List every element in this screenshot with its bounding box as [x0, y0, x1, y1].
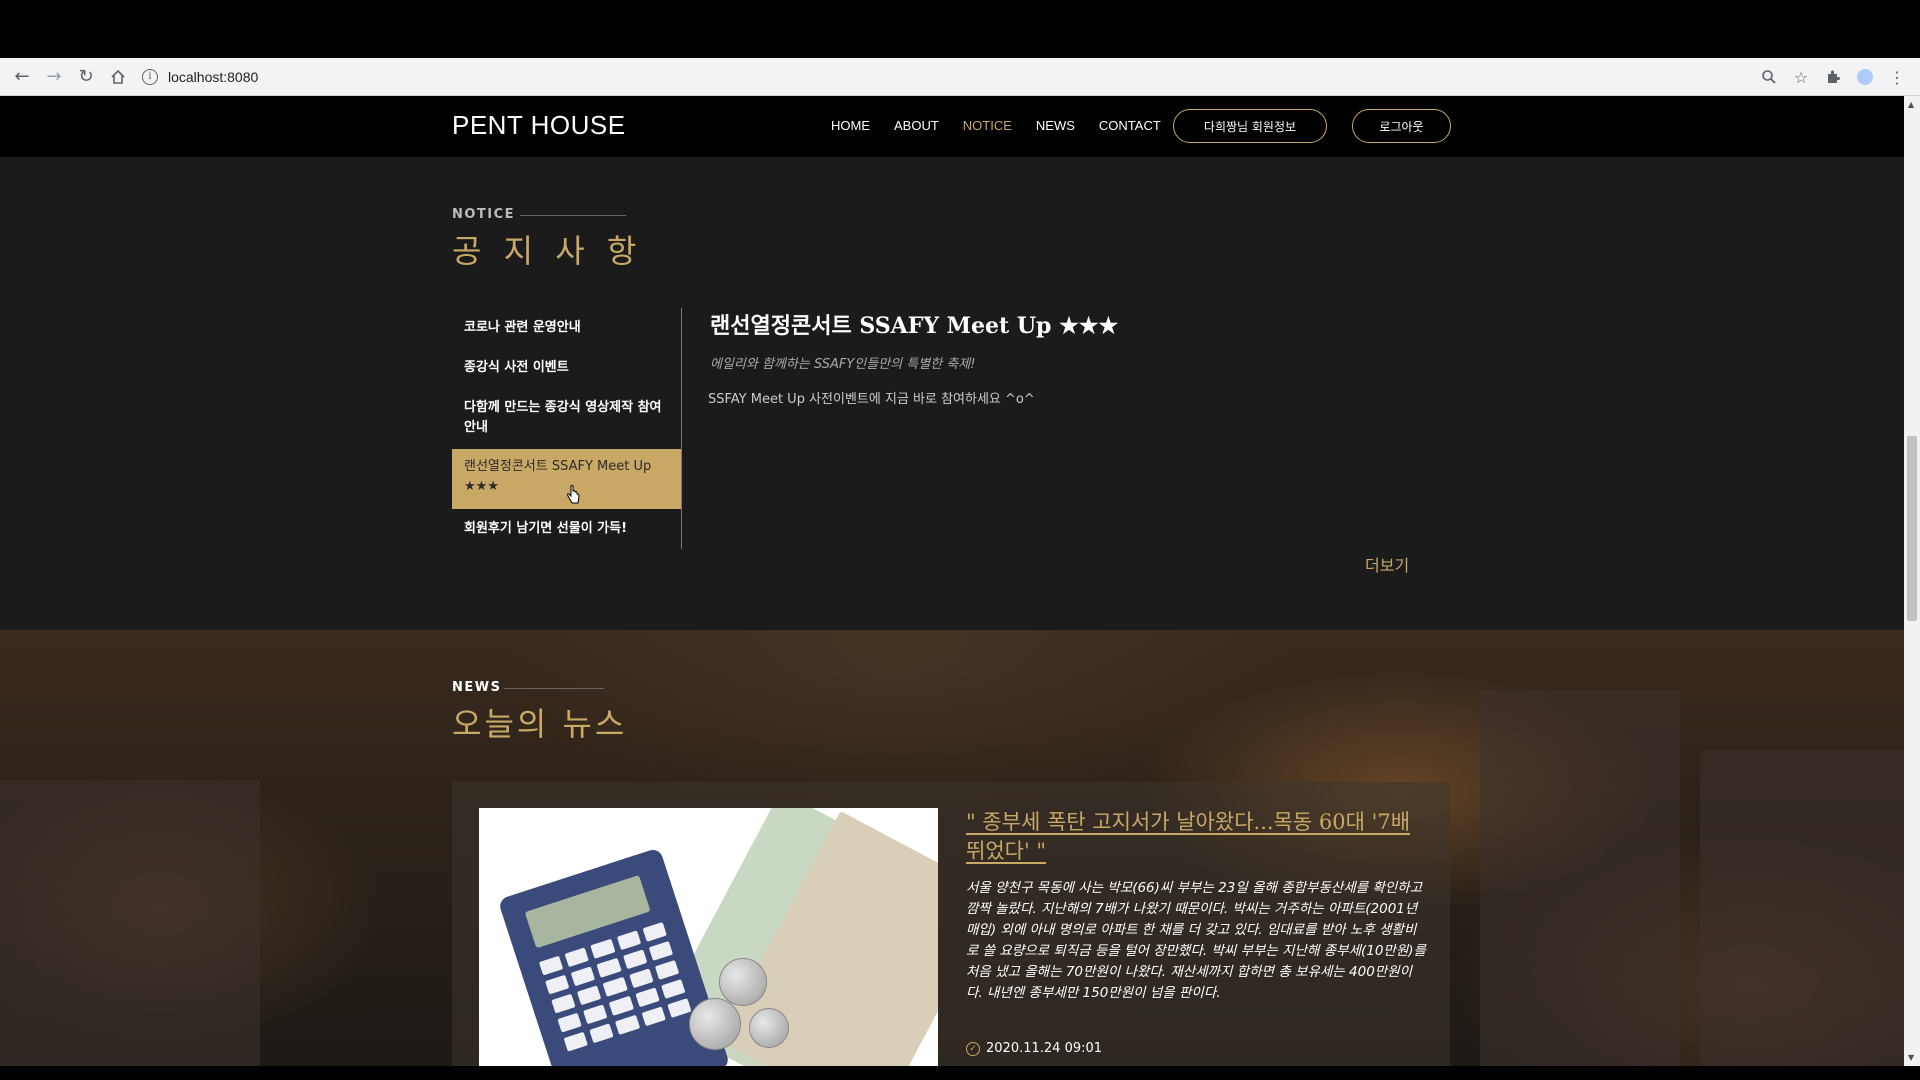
- arrow-right-icon[interactable]: →: [38, 61, 70, 93]
- coin-image: [719, 958, 767, 1006]
- profile-avatar[interactable]: [1852, 61, 1878, 93]
- notice-kicker: NOTICE: [452, 207, 516, 222]
- news-title: 오늘의 뉴스: [452, 705, 628, 743]
- background-building: [0, 780, 260, 1066]
- notice-item[interactable]: 다함께 만드는 종강식 영상제작 참여안내: [452, 388, 681, 449]
- notice-detail-title: 랜선열정콘서트 SSAFY Meet Up ★★★: [710, 313, 1119, 339]
- menu-news[interactable]: NEWS: [1036, 118, 1075, 133]
- news-kicker-line: [504, 688, 604, 689]
- notice-item[interactable]: 코로나 관련 운영안내: [452, 308, 681, 348]
- site-header: PENT HOUSE HOME ABOUT NOTICE NEWS CONTAC…: [0, 96, 1904, 157]
- notice-list: 코로나 관련 운영안내 종강식 사전 이벤트 다함께 만드는 종강식 영상제작 …: [452, 308, 682, 549]
- more-vert-icon[interactable]: ⋮: [1884, 61, 1910, 93]
- coin-image: [689, 998, 741, 1050]
- page-scrollbar[interactable]: ▲ ▼: [1904, 96, 1920, 1066]
- coin-image: [749, 1008, 789, 1048]
- web-page: PENT HOUSE HOME ABOUT NOTICE NEWS CONTAC…: [0, 96, 1904, 1066]
- news-date-text: 2020.11.24 09:01: [986, 1041, 1103, 1056]
- news-date: ✓ 2020.11.24 09:01: [966, 1041, 1102, 1056]
- notice-item[interactable]: 종강식 사전 이벤트: [452, 348, 681, 388]
- notice-item[interactable]: 회원후기 남기면 선물이 가득!: [452, 509, 681, 549]
- zoom-icon[interactable]: [1756, 61, 1782, 93]
- arrow-left-icon[interactable]: ←: [6, 61, 38, 93]
- notice-kicker-line: [520, 215, 626, 216]
- hand-cursor-icon: [567, 485, 580, 504]
- menu-contact[interactable]: CONTACT: [1099, 118, 1161, 133]
- menu-about[interactable]: ABOUT: [894, 118, 939, 133]
- news-headline[interactable]: " 종부세 폭탄 고지서가 날아왔다...목동 60대 '7배 뛰었다' ": [966, 808, 1426, 866]
- more-link[interactable]: 더보기: [1365, 552, 1409, 576]
- notice-detail-subtitle: 에일리와 함께하는 SSAFY인들만의 특별한 축제!: [710, 357, 976, 372]
- notice-title: 공 지 사 항: [452, 232, 643, 270]
- menu-notice[interactable]: NOTICE: [963, 118, 1012, 133]
- menu-home[interactable]: HOME: [831, 118, 870, 133]
- check-circle-icon: ✓: [966, 1041, 980, 1056]
- member-info-button[interactable]: 다희짱님 회원정보: [1173, 109, 1327, 143]
- screen-top-bar: [0, 0, 1920, 58]
- url-text[interactable]: localhost:8080: [168, 69, 258, 85]
- site-logo[interactable]: PENT HOUSE: [452, 110, 626, 141]
- extension-icon[interactable]: [1820, 61, 1846, 93]
- scroll-thumb[interactable]: [1907, 436, 1917, 621]
- background-building: [1700, 750, 1904, 1066]
- screen-bottom-bar: [0, 1066, 1920, 1080]
- background-building: [1480, 690, 1680, 1066]
- info-icon[interactable]: i: [142, 68, 158, 85]
- logout-button[interactable]: 로그아웃: [1352, 109, 1451, 143]
- address-bar[interactable]: i localhost:8080: [142, 63, 258, 91]
- news-body: 서울 양천구 목동에 사는 박모(66)씨 부부는 23일 올해 종합부동산세를…: [966, 880, 1426, 1001]
- star-icon[interactable]: ☆: [1788, 61, 1814, 93]
- news-image: [479, 808, 938, 1066]
- news-kicker: NEWS: [452, 680, 502, 695]
- reload-icon[interactable]: ↻: [70, 61, 102, 93]
- scroll-down-icon[interactable]: ▼: [1908, 1053, 1914, 1062]
- browser-toolbar: ← → ↻ i localhost:8080 ☆ ⋮: [0, 58, 1920, 96]
- home-icon[interactable]: [102, 61, 134, 93]
- main-menu: HOME ABOUT NOTICE NEWS CONTACT: [831, 118, 1185, 133]
- scroll-up-icon[interactable]: ▲: [1908, 100, 1914, 109]
- notice-detail-body: SSFAY Meet Up 사전이벤트에 지금 바로 참여하세요 ^o^: [708, 392, 1035, 407]
